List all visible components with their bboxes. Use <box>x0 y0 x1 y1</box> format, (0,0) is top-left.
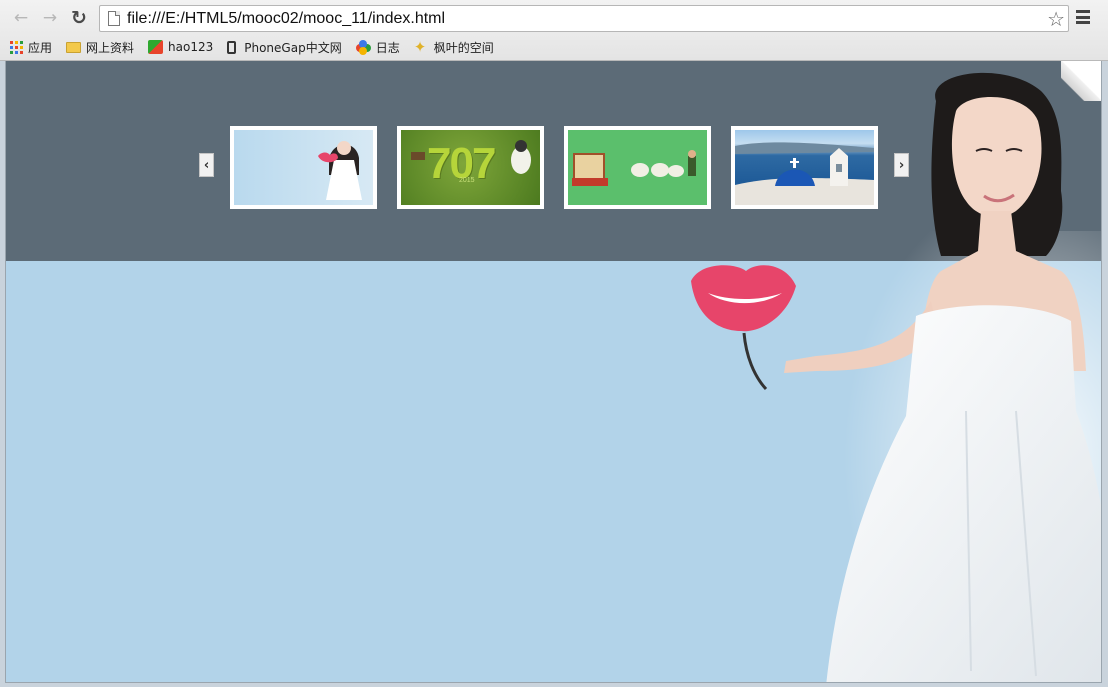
chevron-left-icon: ‹ <box>203 157 210 173</box>
page-curl-decoration <box>1061 61 1101 101</box>
address-url[interactable]: file:///E:/HTML5/mooc02/mooc_11/index.ht… <box>127 10 445 28</box>
chrome-menu-icon[interactable] <box>1076 10 1090 24</box>
bookmark-apps[interactable]: 应用 <box>10 39 52 56</box>
chevron-right-icon: › <box>898 157 905 173</box>
bookmark-hao123[interactable]: hao123 <box>148 40 213 54</box>
carousel-prev-button[interactable]: ‹ <box>199 153 214 177</box>
apps-icon <box>10 40 23 54</box>
thumb-santorini-image <box>735 142 874 205</box>
bookmark-label: PhoneGap中文网 <box>244 40 342 55</box>
carousel-thumb-4[interactable] <box>731 126 878 209</box>
star-leaf-icon: ✦ <box>413 38 427 56</box>
thumb-sheep-group-image <box>572 150 696 186</box>
thumb-woman-image <box>318 141 362 200</box>
phone-icon <box>227 40 237 54</box>
page-icon <box>108 11 120 26</box>
reload-icon[interactable]: ↻ <box>68 7 90 29</box>
browser-chrome: ← → ↻ file:///E:/HTML5/mooc02/mooc_11/in… <box>0 0 1108 61</box>
bookmark-maple-space[interactable]: ✦ 枫叶的空间 <box>414 39 494 56</box>
bookmark-label: 应用 <box>28 40 53 55</box>
back-arrow-icon[interactable]: ← <box>10 8 32 28</box>
bookmark-label: 日志 <box>375 40 400 55</box>
carousel-thumb-1[interactable] <box>230 126 377 209</box>
carousel-thumb-2[interactable]: 707 2015 <box>397 126 544 209</box>
blog-icon <box>355 39 371 55</box>
bookmarks-bar: 应用 网上资料 hao123 PhoneGap中文网 日志 ✦ 枫叶的空间 <box>10 36 508 58</box>
bookmark-online-materials[interactable]: 网上资料 <box>66 39 134 56</box>
hao123-icon <box>148 40 164 54</box>
folder-icon <box>66 41 82 53</box>
bookmark-label: 枫叶的空间 <box>433 40 494 55</box>
page-viewport: ‹ 707 2015 › <box>5 61 1102 683</box>
address-bar[interactable]: file:///E:/HTML5/mooc02/mooc_11/index.ht… <box>99 5 1069 32</box>
bookmark-label: hao123 <box>168 40 214 54</box>
thumb-sheep-image <box>411 140 531 174</box>
carousel-next-button[interactable]: › <box>894 153 909 177</box>
bookmark-star-icon[interactable]: ☆ <box>1047 7 1065 31</box>
carousel-thumb-3[interactable] <box>564 126 711 209</box>
forward-arrow-icon[interactable]: → <box>39 8 61 28</box>
bookmark-label: 网上资料 <box>86 40 135 55</box>
bookmark-blog[interactable]: 日志 <box>355 39 400 56</box>
bookmark-phonegap[interactable]: PhoneGap中文网 <box>227 39 342 56</box>
